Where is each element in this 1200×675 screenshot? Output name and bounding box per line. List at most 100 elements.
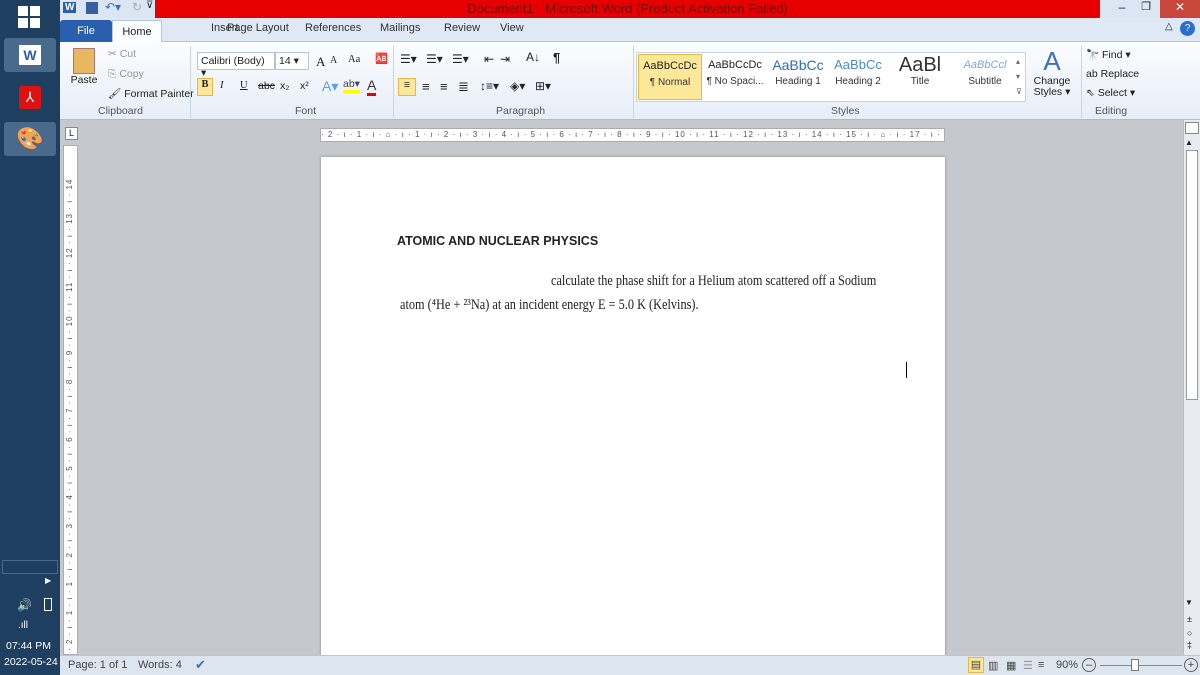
scroll-thumb[interactable]: [1186, 150, 1198, 400]
shading-icon[interactable]: ◈▾: [510, 79, 525, 93]
decrease-indent-icon[interactable]: ⇤: [484, 52, 494, 66]
tab-references[interactable]: References: [305, 22, 361, 34]
change-styles-button[interactable]: A Change Styles ▾: [1032, 46, 1072, 98]
style-no-spacing[interactable]: AaBbCcDc ¶ No Spaci...: [703, 54, 767, 98]
ruler-toggle-icon[interactable]: [1185, 122, 1199, 134]
show-hidden-icons[interactable]: ▶: [45, 576, 51, 585]
copy-button[interactable]: ⎘ Copy: [108, 68, 144, 81]
select-button[interactable]: ⇖ Select ▾: [1086, 87, 1135, 99]
restore-button[interactable]: ❐: [1134, 0, 1158, 18]
styles-scroll[interactable]: ▴ ▾ ⊽: [1016, 54, 1022, 99]
web-layout-icon[interactable]: ▦: [1006, 659, 1016, 672]
align-left-button[interactable]: ≡: [398, 78, 416, 96]
tab-review[interactable]: Review: [444, 22, 480, 34]
document-page[interactable]: ATOMIC AND NUCLEAR PHYSICS calculate the…: [321, 157, 945, 657]
underline-button[interactable]: U: [240, 80, 248, 91]
replace-button[interactable]: ab Replace: [1086, 68, 1139, 80]
sort-icon[interactable]: A↓: [526, 50, 540, 64]
style-subtitle[interactable]: AaBbCcl Subtitle: [953, 54, 1017, 98]
undo-icon[interactable]: ↶▾: [105, 0, 121, 14]
justify-button[interactable]: ≣: [458, 79, 469, 95]
word-count[interactable]: Words: 4: [138, 659, 182, 671]
zoom-slider[interactable]: [1100, 665, 1182, 666]
taskbar-acrobat[interactable]: ⅄: [4, 80, 56, 114]
horizontal-ruler[interactable]: · 2 · ı · 1 · ı · ⌂ · ı · 1 · ı · 2 · ı …: [320, 128, 945, 142]
document-heading: ATOMIC AND NUCLEAR PHYSICS: [397, 234, 599, 248]
tab-home[interactable]: Home: [112, 20, 162, 43]
cut-button[interactable]: ✂ Cut: [108, 48, 136, 60]
tab-view[interactable]: View: [500, 22, 524, 34]
minimize-ribbon-icon[interactable]: △: [1165, 21, 1173, 32]
previous-page-button[interactable]: ±: [1187, 614, 1192, 624]
numbering-icon[interactable]: ☰▾: [426, 52, 443, 66]
shrink-font-button[interactable]: A: [330, 55, 337, 66]
style-title[interactable]: AaBl Title: [888, 54, 952, 98]
zoom-in-button[interactable]: +: [1184, 658, 1198, 672]
multilevel-list-icon[interactable]: ☰▾: [452, 52, 469, 66]
show-formatting-icon[interactable]: ¶: [553, 50, 560, 65]
superscript-button[interactable]: x²: [300, 80, 309, 92]
redo-icon[interactable]: ↻: [132, 0, 142, 14]
highlight-color-icon[interactable]: ab▾: [343, 78, 360, 93]
text-effects-icon[interactable]: A▾: [322, 78, 338, 95]
paste-button[interactable]: Paste: [68, 48, 100, 86]
customize-qat-icon[interactable]: ⊽: [146, 0, 153, 11]
start-button[interactable]: [18, 6, 40, 28]
change-styles-label: Change Styles: [1033, 75, 1071, 98]
font-size-select[interactable]: 14 ▾: [275, 52, 309, 70]
font-color-icon[interactable]: A: [367, 77, 377, 96]
page-count[interactable]: Page: 1 of 1: [68, 659, 127, 671]
clear-formatting-icon[interactable]: 🆎: [375, 52, 388, 65]
vertical-scrollbar[interactable]: ▲ ▼ ± ○ ‡: [1183, 120, 1200, 655]
draft-view-icon[interactable]: ≡: [1038, 659, 1044, 671]
next-page-button[interactable]: ‡: [1187, 640, 1192, 650]
style-heading-2[interactable]: AaBbCc Heading 2: [826, 54, 890, 98]
format-painter-button[interactable]: 🖌 Format Painter: [108, 87, 194, 100]
tab-page-layout[interactable]: Page Layout: [227, 22, 289, 34]
align-right-button[interactable]: ≡: [440, 79, 448, 94]
tab-file[interactable]: File: [60, 20, 112, 42]
minimize-button[interactable]: –: [1110, 0, 1134, 18]
word-app-icon[interactable]: W: [63, 2, 77, 13]
tab-selector[interactable]: L: [65, 127, 78, 140]
taskbar-word[interactable]: W: [4, 38, 56, 72]
line-spacing-icon[interactable]: ↕≡▾: [480, 79, 499, 93]
bullets-icon[interactable]: ☰▾: [400, 52, 417, 66]
strikethrough-button[interactable]: abc: [258, 80, 275, 92]
font-name-select[interactable]: Calibri (Body) ▾: [197, 52, 275, 79]
help-icon[interactable]: ?: [1180, 21, 1195, 36]
taskbar-paint[interactable]: 🎨: [4, 122, 56, 156]
volume-icon[interactable]: 🔊: [17, 598, 32, 612]
bold-button[interactable]: B: [197, 78, 213, 96]
style-heading-1[interactable]: AaBbCc Heading 1: [766, 54, 830, 98]
clock-date[interactable]: 2022-05-24: [4, 656, 58, 668]
print-layout-view-icon[interactable]: ▤: [968, 657, 984, 673]
zoom-level[interactable]: 90%: [1056, 659, 1078, 671]
network-signal-icon[interactable]: .ıll: [18, 620, 28, 631]
clock-time[interactable]: 07:44 PM: [6, 640, 51, 652]
grow-font-button[interactable]: A: [316, 54, 325, 70]
battery-icon[interactable]: [44, 598, 52, 611]
vertical-ruler[interactable]: · 2 · ı · 1 · ı · 1 · ı · 2 · ı · 3 · ı …: [63, 145, 78, 655]
increase-indent-icon[interactable]: ⇥: [500, 52, 510, 66]
taskbar-scroll[interactable]: [2, 560, 58, 574]
proofing-icon[interactable]: ✔: [195, 657, 206, 673]
find-button[interactable]: 🔭 Find ▾: [1086, 48, 1131, 61]
scroll-down-button[interactable]: ▼: [1185, 598, 1193, 607]
tab-mailings[interactable]: Mailings: [380, 22, 420, 34]
full-screen-reading-icon[interactable]: ▥: [988, 659, 998, 672]
italic-button[interactable]: I: [220, 80, 224, 91]
change-case-button[interactable]: Aa: [348, 54, 360, 65]
close-button[interactable]: ✕: [1160, 0, 1200, 18]
subscript-button[interactable]: x₂: [280, 80, 289, 92]
paste-label: Paste: [70, 74, 98, 86]
browse-object-button[interactable]: ○: [1187, 628, 1192, 638]
zoom-out-button[interactable]: –: [1082, 658, 1096, 672]
zoom-slider-thumb[interactable]: [1131, 659, 1139, 671]
style-normal[interactable]: AaBbCcDc ¶ Normal: [638, 54, 702, 100]
borders-icon[interactable]: ⊞▾: [535, 79, 551, 93]
save-icon[interactable]: [86, 2, 98, 14]
scroll-up-button[interactable]: ▲: [1185, 138, 1193, 147]
outline-view-icon[interactable]: ☰: [1023, 659, 1033, 672]
align-center-button[interactable]: ≡: [422, 79, 430, 94]
